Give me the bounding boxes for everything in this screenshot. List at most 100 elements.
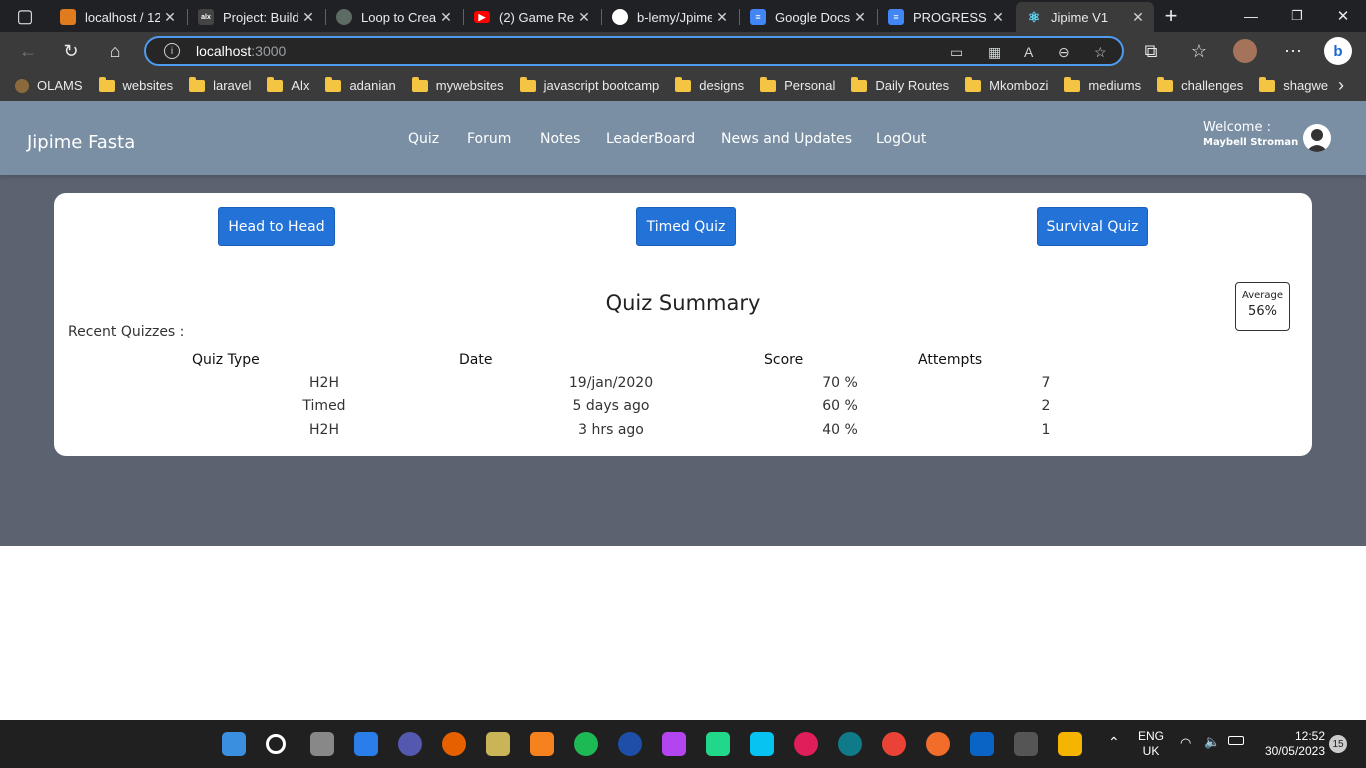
close-icon[interactable]: ✕ (850, 9, 870, 26)
outlook-icon[interactable] (970, 732, 994, 756)
bookmark-folder[interactable]: Daily Routes (851, 76, 949, 93)
bookmark-folder[interactable]: Alx (267, 76, 309, 93)
bookmark-folder[interactable]: designs (675, 76, 745, 93)
tab-jipime-active[interactable]: ⚛ Jipime V1 ✕ (1016, 2, 1154, 32)
phpstorm-icon[interactable] (662, 732, 686, 756)
nav-quiz[interactable]: Quiz (408, 131, 439, 147)
favorites-icon[interactable]: ☆ (1186, 38, 1212, 64)
xampp-icon[interactable] (530, 732, 554, 756)
nav-logout[interactable]: LogOut (876, 131, 926, 147)
nav-leaderboard[interactable]: LeaderBoard (606, 131, 695, 147)
read-aloud-icon[interactable]: A (1024, 44, 1033, 60)
bookmark-label: designs (699, 78, 745, 93)
bookmark-folder[interactable]: Personal (760, 76, 835, 93)
slack-icon[interactable] (794, 732, 818, 756)
bookmark-folder[interactable]: laravel (189, 76, 251, 93)
teams-chat-icon[interactable] (398, 732, 422, 756)
more-menu-icon[interactable]: ⋯ (1280, 38, 1306, 64)
head-to-head-button[interactable]: Head to Head (218, 207, 335, 246)
app-icon[interactable] (618, 732, 642, 756)
window-close-icon[interactable]: ✕ (1330, 3, 1356, 29)
clock-time: 12:52 (1294, 729, 1325, 743)
tab-progress[interactable]: ≡ PROGRESS ST ✕ (878, 2, 1014, 32)
nav-forum[interactable]: Forum (467, 131, 511, 147)
chrome-icon[interactable] (882, 732, 906, 756)
github-icon (612, 9, 628, 25)
minimize-icon[interactable]: — (1238, 3, 1264, 29)
brand-logo[interactable]: Jipime Fasta (27, 132, 135, 153)
close-icon[interactable]: ✕ (988, 9, 1008, 26)
app-available-icon[interactable]: ▭ (950, 44, 963, 61)
close-icon[interactable]: ✕ (298, 9, 318, 26)
back-icon[interactable]: ← (15, 38, 41, 64)
new-tab-icon[interactable]: + (1158, 3, 1184, 29)
bookmark-folder[interactable]: Mkombozi (965, 76, 1048, 93)
bookmark-folder[interactable]: mywebsites (411, 76, 504, 93)
tab-youtube[interactable]: ▶ (2) Game Rec ✕ (464, 2, 600, 32)
firefox-icon[interactable] (442, 732, 466, 756)
close-icon[interactable]: ✕ (1128, 9, 1148, 26)
survival-quiz-button[interactable]: Survival Quiz (1037, 207, 1148, 246)
tab-google-docs[interactable]: ≡ Google Docs ✕ (740, 2, 876, 32)
folder-icon (1157, 76, 1174, 92)
extensions-icon[interactable]: ⧉ (1138, 38, 1164, 64)
notes-app-icon[interactable] (486, 732, 510, 756)
bookmark-folder[interactable]: adanian (325, 76, 396, 93)
bookmark-folder[interactable]: websites (98, 76, 173, 93)
close-icon[interactable]: ✕ (574, 9, 594, 26)
timed-quiz-button[interactable]: Timed Quiz (636, 207, 736, 246)
bookmark-folder[interactable]: javascript bootcamp (519, 76, 659, 93)
webstorm-icon[interactable] (750, 732, 774, 756)
battery-icon[interactable] (1228, 736, 1244, 745)
close-icon[interactable]: ✕ (436, 9, 456, 26)
file-explorer-icon[interactable] (1058, 732, 1082, 756)
app-navbar: Jipime Fasta Quiz Forum Notes LeaderBoar… (0, 101, 1366, 175)
site-info-icon[interactable]: i (164, 43, 180, 59)
close-icon[interactable]: ✕ (712, 9, 732, 26)
widgets-icon[interactable] (354, 732, 378, 756)
bing-icon[interactable]: b (1324, 37, 1352, 65)
task-view-icon[interactable] (310, 732, 334, 756)
cell-attempts: 7 (1041, 375, 1051, 391)
windows-start-icon[interactable] (222, 732, 246, 756)
chevron-up-icon[interactable]: ⌃ (1108, 734, 1120, 751)
bookmark-folder[interactable]: shagwe (1259, 76, 1328, 93)
tab-chatgpt[interactable]: Loop to Creat ✕ (326, 2, 462, 32)
bookmark-folder[interactable]: challenges (1157, 76, 1243, 93)
chevron-right-icon[interactable]: › (1328, 72, 1354, 98)
reload-icon[interactable]: ↻ (58, 38, 84, 64)
folder-icon (519, 76, 536, 92)
grid-icon[interactable]: ▦ (988, 44, 1001, 61)
profile-avatar-icon[interactable] (1233, 39, 1257, 63)
postman-icon[interactable] (926, 732, 950, 756)
tab-alx-project[interactable]: alx Project: Build ✕ (188, 2, 324, 32)
zoom-icon[interactable]: ⊖ (1058, 44, 1070, 61)
bookmark-olams[interactable]: OLAMS (15, 78, 83, 93)
nav-news-updates[interactable]: News and Updates (721, 131, 852, 147)
user-name: Maybell Stroman (1203, 137, 1299, 148)
restore-icon[interactable]: ❐ (1284, 3, 1310, 29)
home-icon[interactable]: ⌂ (102, 38, 128, 64)
notification-badge[interactable]: 15 (1329, 735, 1347, 753)
avatar[interactable] (1303, 124, 1331, 152)
wifi-icon[interactable]: ◠ (1180, 735, 1191, 751)
search-icon[interactable] (266, 734, 286, 754)
tab-github[interactable]: b-lemy/Jpime ✕ (602, 2, 738, 32)
favorite-icon[interactable]: ☆ (1094, 44, 1107, 61)
tab-title: b-lemy/Jpime (637, 9, 712, 25)
address-bar[interactable]: i localhost:3000 ▭ ▦ A ⊖ ☆ (144, 36, 1124, 66)
app-icon[interactable] (1014, 732, 1038, 756)
edge-icon[interactable] (838, 732, 862, 756)
tab-actions-icon[interactable]: ▢ (12, 3, 38, 29)
cell-quiz-type: H2H (309, 422, 339, 438)
pycharm-icon[interactable] (706, 732, 730, 756)
volume-icon[interactable]: 🔈 (1204, 734, 1220, 750)
clock[interactable]: 12:52 30/05/2023 (1255, 729, 1325, 759)
folder-icon (411, 76, 428, 92)
bookmark-folder[interactable]: mediums (1064, 76, 1141, 93)
nav-notes[interactable]: Notes (540, 131, 580, 147)
language-indicator[interactable]: ENG UK (1138, 729, 1164, 759)
tab-localhost[interactable]: localhost / 12 ✕ (50, 2, 186, 32)
spotify-icon[interactable] (574, 732, 598, 756)
close-icon[interactable]: ✕ (160, 9, 180, 26)
